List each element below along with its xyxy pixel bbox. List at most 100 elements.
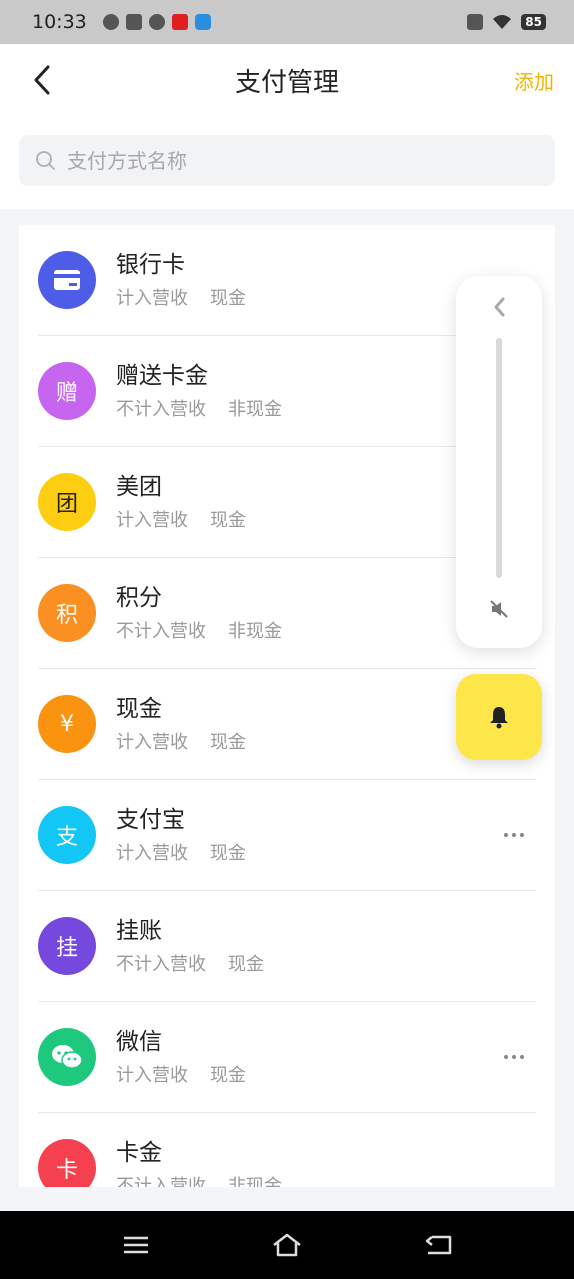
- payment-attributes: 不计入营收 非现金: [116, 1172, 282, 1187]
- payment-text: 现金 计入营收 现金: [116, 694, 246, 754]
- payment-row[interactable]: 挂 挂账不计入营收 现金: [38, 891, 536, 1002]
- payment-row[interactable]: 微信计入营收 现金: [38, 1002, 536, 1113]
- cash-tag: 非现金: [228, 399, 282, 420]
- chevron-left-icon: [494, 297, 505, 317]
- home-icon: [273, 1233, 301, 1257]
- more-options-button[interactable]: [496, 1042, 532, 1072]
- page-header: 支付管理 添加: [0, 44, 574, 209]
- cash-tag: 现金: [210, 732, 246, 753]
- more-options-button[interactable]: [496, 820, 532, 850]
- card-glyph: 卡: [55, 1158, 78, 1183]
- payment-attributes: 不计入营收 非现金: [116, 395, 282, 421]
- cash-tag: 现金: [210, 843, 246, 864]
- wechat-icon: [38, 1028, 96, 1086]
- revenue-tag: 计入营收: [116, 288, 188, 309]
- collapse-panel-button[interactable]: [456, 296, 542, 318]
- payment-row[interactable]: 支 支付宝计入营收 现金: [38, 780, 536, 891]
- credit-glyph: 挂: [55, 936, 78, 961]
- search-input[interactable]: [67, 148, 507, 173]
- payment-name: 卡金: [116, 1140, 162, 1166]
- revenue-tag: 不计入营收: [116, 621, 206, 642]
- payment-attributes: 计入营收 现金: [116, 284, 246, 310]
- payment-attributes: 计入营收 现金: [116, 506, 246, 532]
- page-title: 支付管理: [234, 68, 339, 98]
- payment-text: 赠送卡金不计入营收 非现金: [116, 361, 282, 421]
- payment-attributes: 计入营收 现金: [116, 1061, 246, 1087]
- meituan-icon: 团: [38, 473, 96, 531]
- floating-volume-panel: [456, 276, 542, 648]
- menu-nav-button[interactable]: [106, 1220, 166, 1270]
- payment-name: 积分: [116, 585, 162, 611]
- dot-icon: [520, 833, 524, 837]
- status-bar: 10:33 85: [0, 0, 574, 44]
- points-glyph: 积: [55, 603, 78, 628]
- payment-text: 微信计入营收 现金: [116, 1027, 246, 1087]
- notification-icons: [102, 14, 211, 30]
- payment-name: 支付宝: [116, 807, 185, 833]
- search-icon: [36, 150, 55, 170]
- payment-name: 微信: [116, 1029, 162, 1055]
- dot-icon: [512, 833, 516, 837]
- payment-attributes: 不计入营收 现金: [116, 950, 264, 976]
- payment-attributes: 计入营收 现金: [116, 728, 246, 754]
- revenue-tag: 计入营收: [116, 510, 188, 531]
- sim-off-icon: [467, 14, 484, 30]
- revenue-tag: 不计入营收: [116, 1176, 206, 1187]
- payment-name: 赠送卡金: [116, 363, 208, 389]
- payment-text: 支付宝计入营收 现金: [116, 805, 246, 865]
- bell-icon: [490, 707, 508, 729]
- payment-text: 挂账 不计入营收 现金: [116, 916, 264, 976]
- calendar-icon: [125, 14, 142, 30]
- cash-tag: 现金: [210, 1065, 246, 1086]
- points-icon: 积: [38, 584, 96, 642]
- yuan-icon: ¥: [38, 695, 96, 753]
- mute-icon: [490, 600, 508, 618]
- dot-icon: [512, 1055, 516, 1059]
- meituan-glyph: 团: [55, 492, 78, 517]
- payment-name: 美团: [116, 474, 162, 500]
- cash-tag: 现金: [210, 288, 246, 309]
- alipay-icon: 支: [38, 806, 96, 864]
- home-nav-button[interactable]: [257, 1220, 317, 1270]
- menu-icon: [123, 1236, 148, 1254]
- payment-attributes: 计入营收 现金: [116, 839, 246, 865]
- payment-text: 卡金不计入营收 非现金: [116, 1138, 282, 1187]
- payment-name: 现金: [116, 696, 162, 722]
- payment-row[interactable]: 卡 卡金不计入营收 非现金: [38, 1113, 536, 1187]
- dot-icon: [520, 1055, 524, 1059]
- payment-text: 积分不计入营收 非现金: [116, 583, 282, 643]
- search-bar[interactable]: [19, 135, 555, 186]
- wifi-icon: [493, 15, 512, 29]
- back-nav-button[interactable]: [408, 1220, 468, 1270]
- payment-name: 挂账: [116, 918, 162, 944]
- volume-slider[interactable]: [496, 338, 502, 578]
- revenue-tag: 不计入营收: [116, 954, 206, 975]
- compass-icon: [148, 14, 165, 30]
- payment-text: 银行卡计入营收 现金: [116, 250, 246, 310]
- dot-icon: [504, 1055, 508, 1059]
- dot-icon: [504, 833, 508, 837]
- add-button[interactable]: 添加: [514, 66, 554, 95]
- card-icon: 卡: [38, 1139, 96, 1187]
- payment-text: 美团 计入营收 现金: [116, 472, 246, 532]
- cash-tag: 非现金: [228, 621, 282, 642]
- wechat-icon: [102, 14, 119, 30]
- gift-glyph: 赠: [55, 381, 78, 406]
- mute-button[interactable]: [456, 598, 542, 620]
- cash-tag: 非现金: [228, 1176, 282, 1187]
- revenue-tag: 计入营收: [116, 1065, 188, 1086]
- revenue-tag: 计入营收: [116, 732, 188, 753]
- yuan-glyph: ¥: [60, 711, 74, 737]
- status-time: 10:33: [32, 11, 87, 33]
- system-nav-bar: [0, 1211, 574, 1279]
- revenue-tag: 不计入营收: [116, 399, 206, 420]
- notification-bell-button[interactable]: [456, 674, 542, 760]
- gift-icon: 赠: [38, 362, 96, 420]
- payment-name: 银行卡: [116, 252, 185, 278]
- revenue-tag: 计入营收: [116, 843, 188, 864]
- bank-card-icon: [38, 251, 96, 309]
- back-icon: [426, 1235, 452, 1255]
- qq-browser-icon: [194, 14, 211, 30]
- payment-attributes: 不计入营收 非现金: [116, 617, 282, 643]
- battery-indicator: 85: [521, 14, 546, 30]
